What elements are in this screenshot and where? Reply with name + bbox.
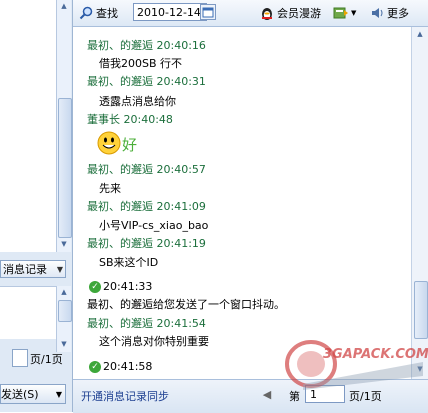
export-icon <box>333 7 348 19</box>
left-page-input[interactable] <box>12 349 28 367</box>
watermark-text: 3GAPACK.COM <box>323 347 428 362</box>
more-label: 更多 <box>387 7 409 20</box>
left-content-area <box>0 0 56 252</box>
date-input[interactable]: 2010-12-14 <box>133 3 207 21</box>
system-time: ✓ 20:41:58 <box>89 360 152 373</box>
scroll-down-arrow-icon[interactable]: ▼ <box>59 340 69 350</box>
emote-message: 好 <box>97 131 137 155</box>
left-scrollbar-2[interactable]: ▲ ▼ <box>56 286 72 352</box>
left-page-suffix: 页/1页 <box>30 353 63 366</box>
message-header: 最初、的邂逅 20:40:57 <box>87 163 206 176</box>
find-button[interactable]: 查找 <box>79 4 118 22</box>
left-list-area <box>0 286 56 339</box>
message-body: 借我200SB 行不 <box>99 57 183 70</box>
system-time: ✓ 20:41:33 <box>89 280 152 293</box>
message-record-label: 消息记录 <box>3 263 47 276</box>
smiley-emoticon-icon <box>97 131 121 155</box>
message-header: 董事长 20:40:48 <box>87 113 173 126</box>
search-icon <box>79 6 93 20</box>
message-header: 最初、的邂逅 20:40:16 <box>87 39 206 52</box>
scrollbar-thumb[interactable] <box>58 98 72 238</box>
chevron-down-icon: ▼ <box>351 9 357 17</box>
message-header: 最初、的邂逅 20:41:09 <box>87 200 206 213</box>
send-button[interactable]: 发送(S) ▼ <box>0 384 66 404</box>
scroll-down-arrow-icon[interactable]: ▼ <box>59 240 69 250</box>
member-roam-label: 会员漫游 <box>277 7 321 20</box>
scrollbar-thumb[interactable] <box>58 300 72 322</box>
message-record-dropdown[interactable]: 消息记录 ▼ <box>0 260 66 278</box>
left-scrollbar[interactable]: ▲ ▼ <box>56 0 72 252</box>
emote-text: 好 <box>122 136 138 154</box>
enable-sync-link[interactable]: 开通消息记录同步 <box>81 388 169 404</box>
left-panel: ▲ ▼ 消息记录 ▼ ▲ ▼ 页/1页 发送(S) ▼ <box>0 0 73 412</box>
check-icon: ✓ <box>89 280 101 293</box>
toolbar: 查找 2010-12-14 会员漫游 ▼ 更多 <box>73 0 428 27</box>
message-log: 最初、的邂逅 20:40:16 借我200SB 行不 最初、的邂逅 20:40:… <box>73 27 410 379</box>
message-body: 透露点消息给你 <box>99 95 176 108</box>
site-watermark-logo: 3GAPACK.COM <box>285 340 428 390</box>
message-header: 最初、的邂逅 20:41:19 <box>87 237 206 250</box>
scrollbar-thumb[interactable] <box>414 281 428 339</box>
scroll-up-arrow-icon[interactable]: ▲ <box>415 30 425 40</box>
chevron-down-icon: ▼ <box>56 264 63 274</box>
message-header: 最初、的邂逅 20:41:54 <box>87 317 206 330</box>
message-history-panel: 查找 2010-12-14 会员漫游 ▼ 更多 最初、的邂逅 20:40:16 … <box>73 0 428 413</box>
message-scrollbar[interactable]: ▲ ▼ <box>411 27 428 379</box>
prev-page-icon[interactable]: ◀ <box>258 386 276 404</box>
member-roam-button[interactable]: 会员漫游 <box>259 4 321 22</box>
export-menu-button[interactable]: ▼ <box>333 4 356 22</box>
message-body: 这个消息对你特别重要 <box>99 335 209 348</box>
chevron-down-icon: ▼ <box>55 389 62 399</box>
qq-penguin-icon <box>262 8 272 20</box>
calendar-icon[interactable] <box>200 4 216 20</box>
send-label: 发送(S) <box>1 388 39 401</box>
speaker-icon <box>372 8 383 18</box>
message-body: SB来这个ID <box>99 256 159 269</box>
check-icon: ✓ <box>89 360 101 373</box>
scroll-up-arrow-icon[interactable]: ▲ <box>59 288 69 298</box>
message-body: 小号VIP-cs_xiao_bao <box>99 219 209 232</box>
message-header: 最初、的邂逅 20:40:31 <box>87 75 206 88</box>
find-label: 查找 <box>96 7 118 20</box>
system-message: 最初、的邂逅给您发送了一个窗口抖动。 <box>87 298 285 311</box>
more-button[interactable]: 更多 <box>371 4 409 22</box>
scroll-up-arrow-icon[interactable]: ▲ <box>59 2 69 12</box>
message-body: 先来 <box>99 182 121 195</box>
